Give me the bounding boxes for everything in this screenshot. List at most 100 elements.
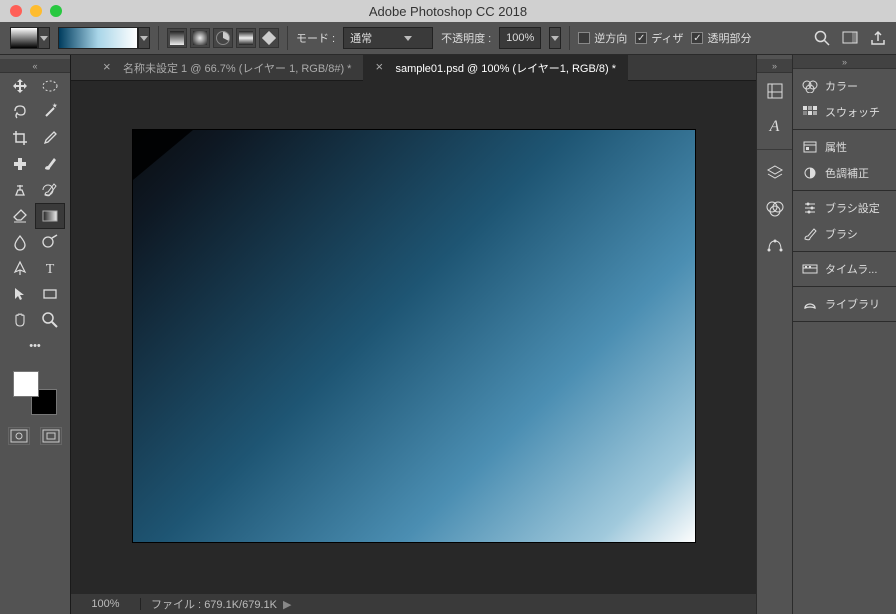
opacity-input[interactable] [499,27,541,49]
app-title: Adobe Photoshop CC 2018 [369,4,527,19]
panel-item-timeline[interactable]: タイムラ... [793,256,896,282]
character-panel-icon[interactable]: A [761,113,789,141]
window-minimize-button[interactable] [30,5,42,17]
status-bar: 100% ファイル : 679.1K/679.1K ▶ [71,594,756,614]
mode-select[interactable]: 通常 [343,27,433,49]
workspace-icon[interactable] [842,30,858,46]
status-zoom[interactable]: 100% [71,598,141,610]
chevron-down-icon [40,36,48,41]
dodge-tool[interactable] [35,229,65,255]
reverse-checkbox-wrap[interactable]: 逆方向 [578,30,627,46]
opacity-dropdown[interactable] [549,27,561,49]
panel-item-adjustments[interactable]: 色調補正 [793,160,896,186]
transparency-checkbox-wrap[interactable]: 透明部分 [691,30,751,46]
hand-tool-icon [11,311,29,329]
guides-panel-icon[interactable] [761,77,789,105]
dock-collapse-toggle[interactable]: » [757,59,792,73]
quick-mask-button[interactable] [40,427,62,445]
panel-item-brush-settings[interactable]: ブラシ設定 [793,195,896,221]
path-selection-tool[interactable] [5,281,35,307]
gradient-type-reflected[interactable] [236,28,256,48]
panel-item-color[interactable]: カラー [793,73,896,99]
status-file-size: 679.1K/679.1K [204,599,277,611]
window-maximize-button[interactable] [50,5,62,17]
clone-stamp-tool[interactable] [5,177,35,203]
panels-collapse-toggle[interactable]: » [793,55,896,69]
status-file-label: ファイル : [151,599,201,611]
close-icon[interactable]: × [103,62,115,74]
document-tab-0[interactable]: × 名称未設定 1 @ 66.7% (レイヤー 1, RGB/8#) * [91,55,363,81]
rect-marquee-tool-icon [41,77,59,95]
reverse-checkbox[interactable] [578,32,590,44]
panel-item-properties[interactable]: 属性 [793,134,896,160]
chevron-down-icon [404,36,412,41]
foreground-color-swatch[interactable] [13,371,39,397]
divider [569,26,570,50]
eraser-tool-icon [11,207,29,225]
zoom-tool-icon [41,311,59,329]
gradient-tool[interactable] [35,203,65,229]
pen-tool[interactable] [5,255,35,281]
hand-tool[interactable] [5,307,35,333]
rectangle-tool-icon [41,285,59,303]
panel-label: スウォッチ [825,104,880,120]
brush-tool[interactable] [35,151,65,177]
color-swatches [13,371,57,415]
transparency-label: 透明部分 [707,30,751,46]
chevron-right-icon: ▶ [280,599,291,611]
search-icon[interactable] [814,30,830,46]
tools-collapse-toggle[interactable]: « [0,59,70,73]
crop-tool[interactable] [5,125,35,151]
dodge-tool-icon [41,233,59,251]
document-tab-bar: × 名称未設定 1 @ 66.7% (レイヤー 1, RGB/8#) * × s… [71,55,756,81]
move-tool[interactable] [5,73,35,99]
timeline-icon [801,261,819,277]
canvas-viewport[interactable] [71,81,756,594]
tools-panel: « T ••• [0,55,71,614]
channels-panel-icon[interactable] [761,194,789,222]
more-tools[interactable]: ••• [20,333,50,359]
rectangle-tool[interactable] [35,281,65,307]
dither-label: ディザ [651,30,683,46]
eraser-tool[interactable] [5,203,35,229]
panel-item-brushes[interactable]: ブラシ [793,221,896,247]
gradient-type-diamond[interactable] [259,28,279,48]
document-canvas[interactable] [132,129,696,543]
type-tool-icon: T [41,259,59,277]
type-tool[interactable]: T [35,255,65,281]
blur-tool[interactable] [5,229,35,255]
close-icon[interactable]: × [375,62,387,74]
share-icon[interactable] [870,30,886,46]
document-tab-1[interactable]: × sample01.psd @ 100% (レイヤー1, RGB/8) * [363,55,628,81]
gradient-dropdown[interactable] [138,27,150,49]
brush-tool-icon [41,155,59,173]
zoom-tool[interactable] [35,307,65,333]
lasso-tool[interactable] [5,99,35,125]
eyedropper-tool[interactable] [35,125,65,151]
brush-settings-icon [801,200,819,216]
dither-checkbox-wrap[interactable]: ディザ [635,30,683,46]
gradient-type-radial[interactable] [190,28,210,48]
panel-item-libraries[interactable]: ライブラリ [793,291,896,317]
more-icon: ••• [29,340,41,352]
standard-mode-button[interactable] [8,427,30,445]
healing-brush-tool[interactable] [5,151,35,177]
layers-panel-icon[interactable] [761,158,789,186]
magic-wand-tool[interactable] [35,99,65,125]
gradient-type-angle[interactable] [213,28,233,48]
paths-panel-icon[interactable] [761,230,789,258]
status-file-info[interactable]: ファイル : 679.1K/679.1K ▶ [141,596,302,612]
gradient-type-linear[interactable] [167,28,187,48]
panels-column: » カラースウォッチ属性色調補正ブラシ設定ブラシタイムラ... ライブラリ [792,55,896,614]
rect-marquee-tool[interactable] [35,73,65,99]
history-brush-tool[interactable] [35,177,65,203]
panel-item-swatches[interactable]: スウォッチ [793,99,896,125]
chevron-down-icon [551,36,559,41]
window-close-button[interactable] [10,5,22,17]
panel-label: ブラシ設定 [825,200,880,216]
tool-preset-dropdown[interactable] [38,27,50,49]
gradient-picker[interactable] [58,27,138,49]
tool-preset-swatch[interactable] [10,27,38,49]
transparency-checkbox[interactable] [691,32,703,44]
dither-checkbox[interactable] [635,32,647,44]
